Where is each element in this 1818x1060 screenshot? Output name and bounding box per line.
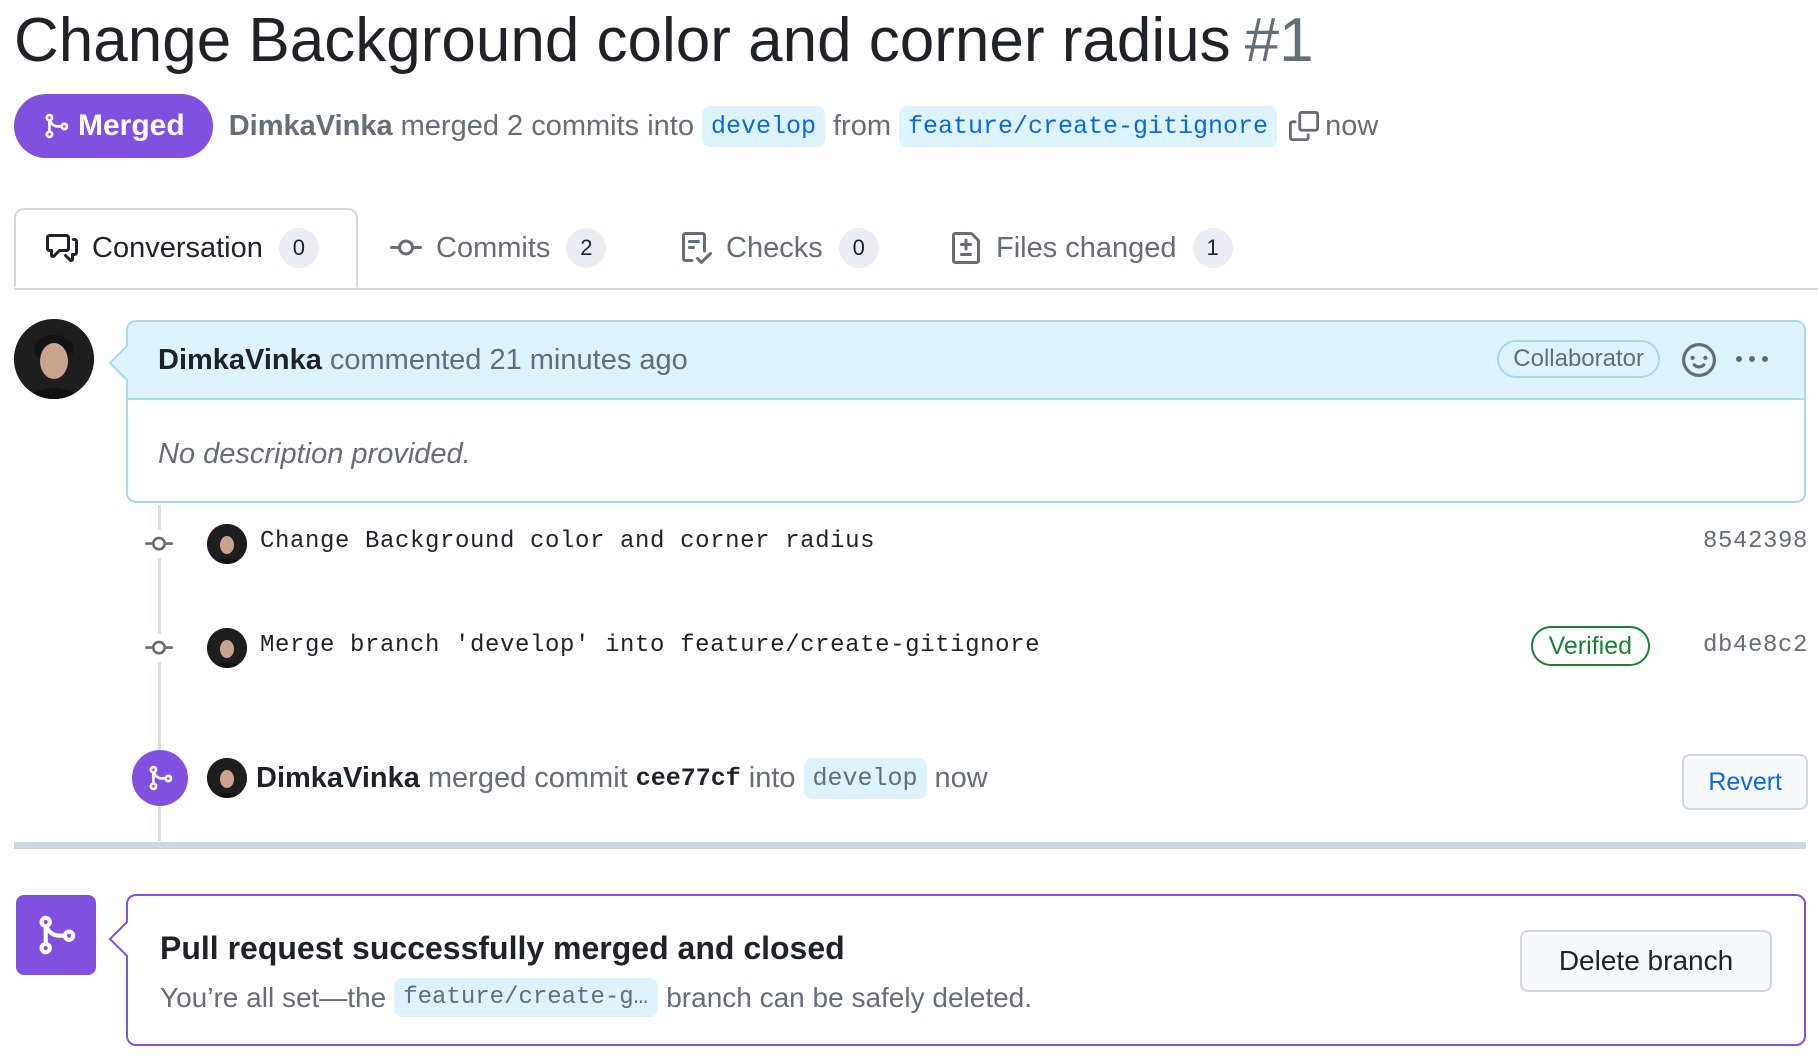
tab-commits-count: 2 xyxy=(566,228,607,268)
git-merge-icon xyxy=(16,895,96,975)
merge-event-time[interactable]: now xyxy=(935,762,988,795)
copy-icon[interactable] xyxy=(1289,111,1320,141)
tab-commits[interactable]: Commits 2 xyxy=(390,208,607,288)
merge-action: merged commit xyxy=(427,762,628,794)
tab-commits-label: Commits xyxy=(436,231,551,264)
pr-number: #1 xyxy=(1244,6,1314,75)
git-merge-icon xyxy=(132,750,188,806)
commit-row: Change Background color and corner radiu… xyxy=(138,522,1808,566)
merge-event: DimkaVinka merged commit cee77cf into de… xyxy=(132,750,1808,810)
tab-conversation-count: 0 xyxy=(278,228,319,268)
pr-title-text: Change Background color and corner radiu… xyxy=(14,6,1231,75)
merge-base-branch[interactable]: develop xyxy=(803,758,927,799)
kebab-horizontal-icon[interactable] xyxy=(1734,344,1770,376)
commit-author-avatar[interactable] xyxy=(207,524,247,564)
tab-checks[interactable]: Checks 0 xyxy=(680,208,879,288)
from-text: from xyxy=(833,109,891,142)
git-merge-icon xyxy=(45,113,69,139)
merged-status-box: Pull request successfully merged and clo… xyxy=(108,894,1806,1046)
commit-sha[interactable]: db4e8c2 xyxy=(1703,632,1808,659)
merge-commit-sha[interactable]: cee77cf xyxy=(636,764,741,793)
comment-author[interactable]: DimkaVinka xyxy=(158,344,322,377)
summary-text: merged 2 commits into xyxy=(400,109,694,142)
comment-box: DimkaVinka commented 21 minutes ago Coll… xyxy=(108,320,1806,503)
tab-checks-count: 0 xyxy=(838,228,879,268)
merge-author[interactable]: DimkaVinka xyxy=(256,762,420,795)
collaborator-badge: Collaborator xyxy=(1497,340,1660,378)
tab-checks-label: Checks xyxy=(726,231,823,264)
pr-title: Change Background color and corner radiu… xyxy=(14,4,1314,78)
commit-sha[interactable]: 8542398 xyxy=(1703,528,1808,555)
comment-author-avatar[interactable] xyxy=(14,319,94,399)
tab-files-changed[interactable]: Files changed 1 xyxy=(950,208,1233,288)
state-label: Merged xyxy=(78,109,185,142)
timeline-break xyxy=(14,842,1806,849)
commit-row: Merge branch 'develop' into feature/crea… xyxy=(138,626,1808,670)
comment-body: No description provided. xyxy=(158,438,471,470)
merged-title: Pull request successfully merged and clo… xyxy=(160,930,845,966)
base-branch[interactable]: develop xyxy=(701,105,825,147)
merge-summary: DimkaVinka merged 2 commits into develop… xyxy=(229,105,1379,147)
head-branch[interactable]: feature/create-gitignore xyxy=(899,105,1278,147)
git-commit-icon xyxy=(142,530,176,558)
commit-author-avatar[interactable] xyxy=(207,628,247,668)
tab-conversation[interactable]: Conversation 0 xyxy=(14,208,358,288)
tab-conversation-label: Conversation xyxy=(92,231,263,264)
pr-tabs: Conversation 0 Commits 2 Checks 0 Files … xyxy=(14,208,1818,290)
author-link[interactable]: DimkaVinka xyxy=(229,110,393,143)
commit-message[interactable]: Merge branch 'develop' into feature/crea… xyxy=(260,632,1040,659)
delete-branch-button[interactable]: Delete branch xyxy=(1520,930,1772,992)
smiley-icon[interactable] xyxy=(1682,343,1716,377)
pr-meta: Merged DimkaVinka merged 2 commits into … xyxy=(14,94,1378,158)
comment-action[interactable]: commented 21 minutes ago xyxy=(330,344,688,377)
merged-box-pointer xyxy=(108,920,146,958)
merge-into: into xyxy=(748,762,796,794)
merged-sub-suffix: branch can be safely deleted. xyxy=(666,981,1033,1013)
git-commit-icon xyxy=(390,232,422,264)
merge-event-text: DimkaVinka merged commit cee77cf into de… xyxy=(256,758,988,799)
merge-author-avatar[interactable] xyxy=(207,758,247,798)
tab-files-changed-count: 1 xyxy=(1192,228,1233,268)
git-commit-icon xyxy=(142,634,176,662)
file-diff-icon xyxy=(950,232,982,264)
comment-discussion-icon xyxy=(46,232,78,264)
merged-head-branch[interactable]: feature/create-gitignore xyxy=(394,978,659,1017)
merged-sub-prefix: You’re all set—the xyxy=(160,981,387,1013)
revert-button[interactable]: Revert xyxy=(1682,754,1808,810)
merge-time: now xyxy=(1325,109,1379,142)
checklist-icon xyxy=(680,232,712,264)
verified-badge[interactable]: Verified xyxy=(1530,626,1650,666)
tab-files-changed-label: Files changed xyxy=(996,231,1177,264)
comment-header: DimkaVinka commented 21 minutes ago Coll… xyxy=(128,322,1804,400)
commit-message[interactable]: Change Background color and corner radiu… xyxy=(260,528,875,555)
merged-subtitle: You’re all set—the feature/create-gitign… xyxy=(160,978,1032,1017)
merged-state-badge: Merged xyxy=(14,94,213,158)
